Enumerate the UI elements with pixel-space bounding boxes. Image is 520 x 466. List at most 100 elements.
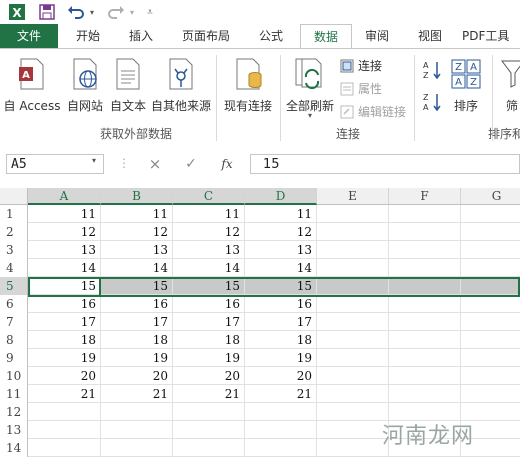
table-cell[interactable]: 17 xyxy=(173,313,245,331)
edit-links-button[interactable]: 编辑链接 xyxy=(340,103,406,120)
name-box-dropdown-icon[interactable]: ▾ xyxy=(92,156,96,165)
table-cell[interactable]: 20 xyxy=(173,367,245,385)
redo-icon[interactable] xyxy=(106,3,126,21)
table-cell[interactable] xyxy=(461,385,520,403)
table-cell[interactable] xyxy=(461,313,520,331)
table-cell[interactable] xyxy=(461,349,520,367)
tab-page-layout[interactable]: 页面布局 xyxy=(170,24,242,48)
table-cell[interactable]: 16 xyxy=(245,295,317,313)
row-header[interactable]: 10 xyxy=(0,367,28,385)
tab-formulas[interactable]: 公式 xyxy=(246,24,296,48)
select-all-corner[interactable] xyxy=(0,188,28,205)
table-cell[interactable] xyxy=(389,259,461,277)
table-cell[interactable] xyxy=(28,439,101,457)
table-cell[interactable] xyxy=(389,295,461,313)
table-cell[interactable]: 16 xyxy=(101,295,173,313)
table-cell[interactable]: 20 xyxy=(28,367,101,385)
sort-button[interactable]: Z A A Z 排序 xyxy=(446,55,486,115)
table-cell[interactable] xyxy=(317,241,389,259)
table-cell[interactable] xyxy=(173,403,245,421)
table-cell[interactable]: 12 xyxy=(173,223,245,241)
table-cell[interactable]: 13 xyxy=(245,241,317,259)
table-cell[interactable] xyxy=(28,403,101,421)
row-header[interactable]: 14 xyxy=(0,439,28,457)
table-cell[interactable] xyxy=(101,403,173,421)
table-cell[interactable]: 15 xyxy=(245,277,317,295)
table-cell[interactable] xyxy=(101,421,173,439)
table-cell[interactable] xyxy=(389,313,461,331)
table-cell[interactable]: 14 xyxy=(245,259,317,277)
table-cell[interactable] xyxy=(461,295,520,313)
refresh-dropdown-icon[interactable]: ▾ xyxy=(284,111,336,120)
tab-insert[interactable]: 插入 xyxy=(116,24,166,48)
redo-dropdown-icon[interactable]: ▾ xyxy=(128,3,136,21)
table-cell[interactable] xyxy=(317,295,389,313)
table-cell[interactable] xyxy=(389,241,461,259)
table-cell[interactable] xyxy=(461,259,520,277)
table-cell[interactable] xyxy=(317,367,389,385)
column-header-b[interactable]: B xyxy=(101,188,173,205)
tab-review[interactable]: 审阅 xyxy=(354,24,400,48)
table-cell[interactable]: 12 xyxy=(101,223,173,241)
table-cell[interactable] xyxy=(461,205,520,223)
table-cell[interactable] xyxy=(461,331,520,349)
table-cell[interactable]: 20 xyxy=(245,367,317,385)
tab-pdf-tools[interactable]: PDF工具 xyxy=(462,24,520,48)
table-cell[interactable]: 21 xyxy=(101,385,173,403)
from-web-button[interactable]: 自网站 xyxy=(64,55,106,115)
table-cell[interactable]: 19 xyxy=(173,349,245,367)
tab-data[interactable]: 数据 xyxy=(300,24,352,49)
table-cell[interactable] xyxy=(317,331,389,349)
table-cell[interactable]: 11 xyxy=(101,205,173,223)
column-header-e[interactable]: E xyxy=(317,188,389,205)
table-cell[interactable]: 11 xyxy=(173,205,245,223)
table-cell[interactable] xyxy=(245,439,317,457)
table-cell[interactable] xyxy=(245,403,317,421)
filter-button[interactable]: 筛 xyxy=(498,55,520,115)
row-header[interactable]: 11 xyxy=(0,385,28,403)
table-cell[interactable] xyxy=(101,439,173,457)
enter-formula-button[interactable]: ✓ xyxy=(176,154,206,174)
customize-toolbar-icon[interactable]: ⩡ xyxy=(144,3,156,21)
table-cell[interactable] xyxy=(389,367,461,385)
table-cell[interactable]: 13 xyxy=(173,241,245,259)
row-header[interactable]: 7 xyxy=(0,313,28,331)
table-cell[interactable] xyxy=(317,205,389,223)
table-cell[interactable]: 21 xyxy=(245,385,317,403)
table-cell[interactable]: 12 xyxy=(28,223,101,241)
insert-function-button[interactable]: fx xyxy=(212,154,242,174)
row-header[interactable]: 13 xyxy=(0,421,28,439)
undo-dropdown-icon[interactable]: ▾ xyxy=(88,3,96,21)
column-header-g[interactable]: G xyxy=(461,188,520,205)
cancel-formula-button[interactable]: × xyxy=(140,154,170,174)
tab-file[interactable]: 文件 xyxy=(0,24,58,48)
sort-descending-button[interactable]: ZA xyxy=(420,91,444,113)
table-cell[interactable]: 19 xyxy=(101,349,173,367)
table-cell[interactable]: 15 xyxy=(173,277,245,295)
table-cell[interactable] xyxy=(28,421,101,439)
table-cell[interactable]: 18 xyxy=(245,331,317,349)
table-cell[interactable] xyxy=(317,349,389,367)
table-cell[interactable]: 17 xyxy=(245,313,317,331)
row-header[interactable]: 8 xyxy=(0,331,28,349)
table-cell[interactable]: 13 xyxy=(28,241,101,259)
table-cell[interactable] xyxy=(317,439,389,457)
table-cell[interactable]: 15 xyxy=(101,277,173,295)
table-cell[interactable] xyxy=(389,277,461,295)
table-cell[interactable]: 17 xyxy=(101,313,173,331)
table-cell[interactable] xyxy=(461,223,520,241)
table-cell[interactable]: 13 xyxy=(101,241,173,259)
row-header[interactable]: 6 xyxy=(0,295,28,313)
table-cell[interactable] xyxy=(245,421,317,439)
table-cell[interactable]: 14 xyxy=(101,259,173,277)
table-cell[interactable] xyxy=(317,313,389,331)
properties-button[interactable]: 属性 xyxy=(340,80,382,97)
row-header[interactable]: 5 xyxy=(0,277,28,295)
table-cell[interactable]: 18 xyxy=(28,331,101,349)
table-cell[interactable]: 16 xyxy=(28,295,101,313)
table-cell[interactable]: 18 xyxy=(173,331,245,349)
tab-home[interactable]: 开始 xyxy=(64,24,112,48)
sort-ascending-button[interactable]: AZ xyxy=(420,59,444,81)
table-cell[interactable]: 12 xyxy=(245,223,317,241)
table-cell[interactable]: 17 xyxy=(28,313,101,331)
